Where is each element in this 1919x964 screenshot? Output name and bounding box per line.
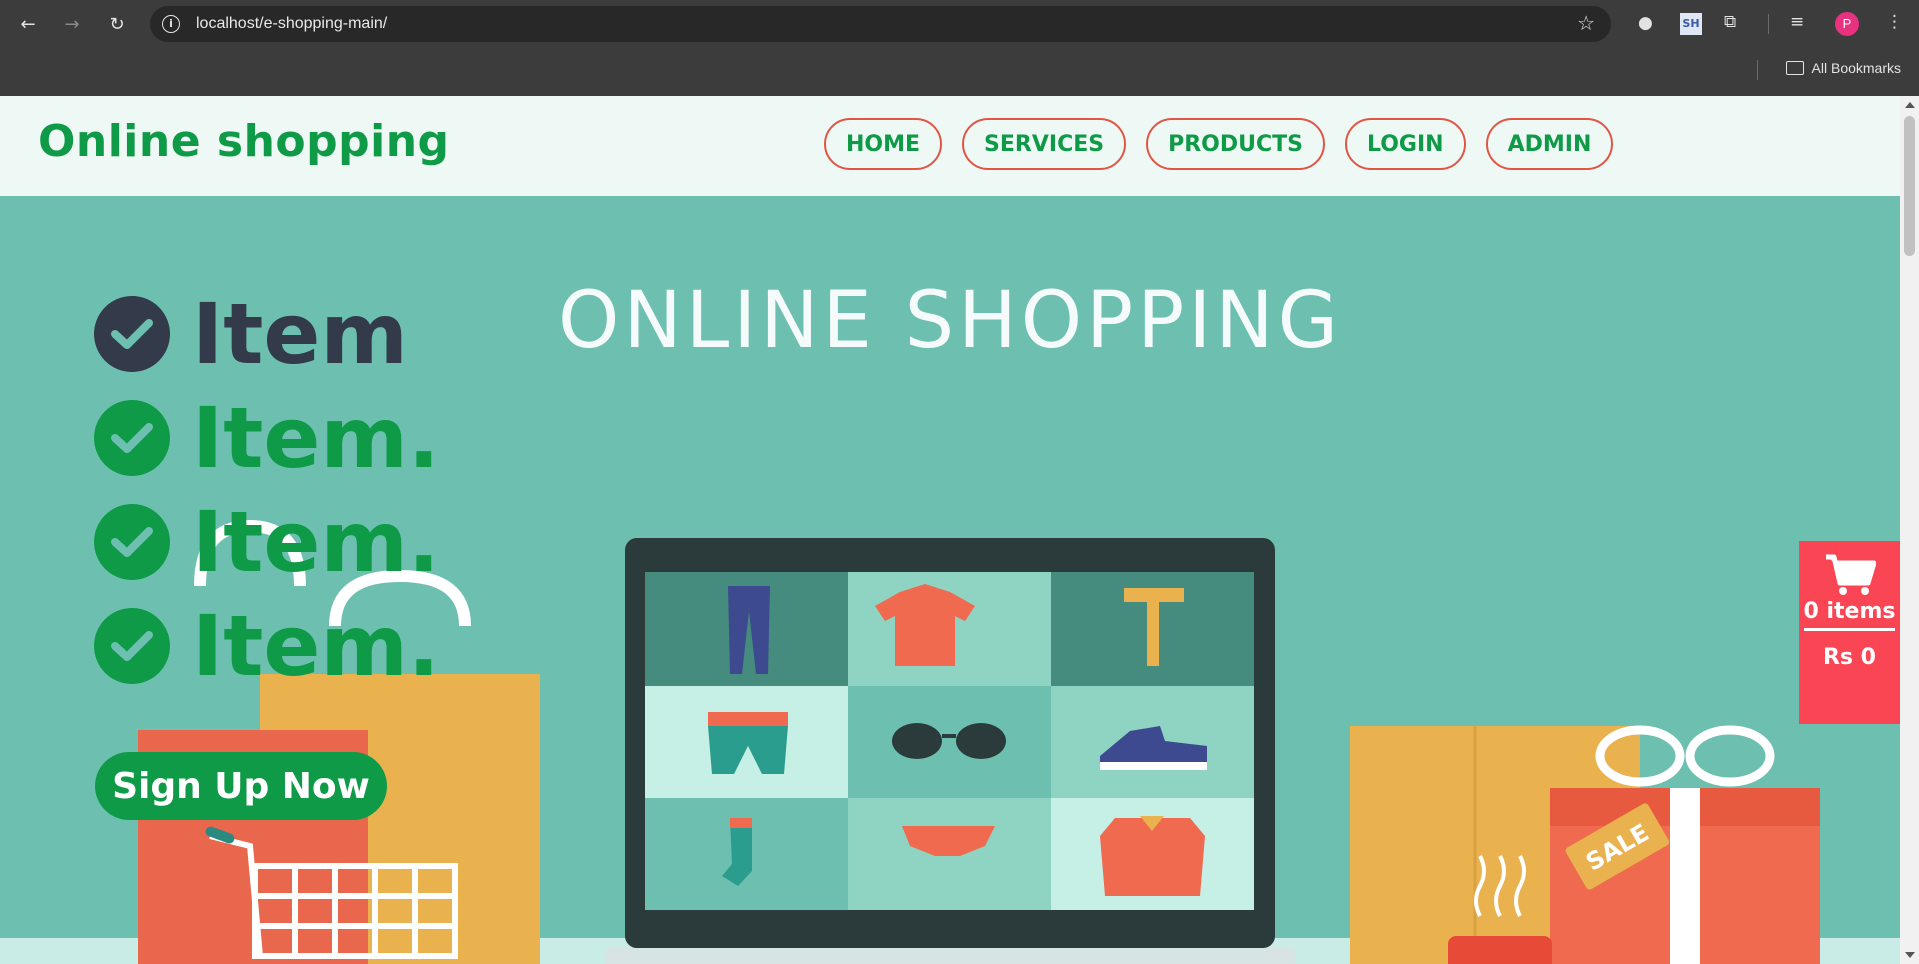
checklist-label: Item [192, 285, 408, 383]
media-icon[interactable]: ≡ [1790, 12, 1804, 32]
nav-services-button[interactable]: SERVICES [962, 118, 1127, 170]
razor-icon [1124, 588, 1184, 602]
shorts-icon [708, 712, 788, 726]
site-logo[interactable]: Online shopping [38, 116, 450, 167]
check-circle-icon [94, 504, 170, 580]
checklist-label: Item. [192, 493, 440, 591]
back-icon[interactable]: ← [14, 10, 42, 38]
forward-icon[interactable]: → [58, 10, 86, 38]
hero-banner: SALE ONLINE SHOPPING Item Item. Item. It… [0, 196, 1900, 964]
checklist-label: Item. [192, 597, 440, 695]
check-circle-icon [94, 608, 170, 684]
cart-widget[interactable]: 0 items Rs 0 [1799, 541, 1900, 724]
site-info-icon[interactable]: i [162, 15, 180, 33]
nav-login-button[interactable]: LOGIN [1344, 118, 1466, 170]
nav-products-button[interactable]: PRODUCTS [1146, 118, 1325, 170]
browser-toolbar: ← → ↻ i localhost/e-shopping-main/ ☆ ● S… [0, 0, 1919, 48]
checklist-item: Item. [94, 490, 440, 594]
browser-chrome: ← → ↻ i localhost/e-shopping-main/ ☆ ● S… [0, 0, 1919, 96]
address-bar[interactable]: i localhost/e-shopping-main/ ☆ [150, 6, 1611, 42]
checklist-item: Item. [94, 386, 440, 490]
folder-icon [1785, 61, 1804, 75]
cart-total: Rs 0 [1822, 645, 1876, 670]
extension-icon[interactable]: ● [1638, 13, 1653, 33]
profile-avatar[interactable]: P [1835, 12, 1859, 36]
nav-home-button[interactable]: HOME [824, 118, 943, 170]
coffee-cup [1448, 936, 1552, 964]
cart-item-count: 0 items [1803, 599, 1896, 631]
scroll-thumb[interactable] [1904, 116, 1915, 256]
page-scrollbar[interactable] [1900, 96, 1919, 964]
nav-admin-button[interactable]: ADMIN [1485, 118, 1614, 170]
reload-icon[interactable]: ↻ [103, 10, 131, 38]
sign-up-button[interactable]: Sign Up Now [95, 752, 387, 820]
all-bookmarks-label: All Bookmarks [1811, 60, 1901, 76]
all-bookmarks-button[interactable]: All Bookmarks [1785, 60, 1901, 76]
scroll-down-icon[interactable] [1905, 952, 1915, 958]
extensions-puzzle-icon[interactable]: ⧉ [1724, 12, 1736, 32]
url-text[interactable]: localhost/e-shopping-main/ [196, 15, 387, 33]
cart-icon [1825, 554, 1876, 595]
checklist-item: Item. [94, 594, 440, 698]
checklist-label: Item. [192, 389, 440, 487]
checklist-item: Item [94, 282, 440, 386]
bookmark-star-icon[interactable]: ☆ [1577, 11, 1595, 35]
scroll-up-icon[interactable] [1905, 102, 1915, 108]
toolbar-divider [1768, 14, 1769, 34]
sh-extension-icon[interactable]: SH [1680, 13, 1702, 35]
hero-title: ONLINE SHOPPING [558, 276, 1343, 366]
site-header: Online shopping HOME SERVICES PRODUCTS L… [0, 96, 1900, 196]
check-circle-icon [94, 400, 170, 476]
laptop-base [605, 948, 1295, 964]
bookmarks-divider [1757, 60, 1758, 80]
page-viewport: Online shopping HOME SERVICES PRODUCTS L… [0, 96, 1900, 964]
sunglasses-icon [892, 723, 942, 759]
check-circle-icon [94, 296, 170, 372]
main-nav: HOME SERVICES PRODUCTS LOGIN ADMIN [824, 118, 1614, 170]
feature-checklist: Item Item. Item. Item. [94, 282, 440, 698]
more-menu-icon[interactable]: ⋮ [1886, 12, 1903, 32]
